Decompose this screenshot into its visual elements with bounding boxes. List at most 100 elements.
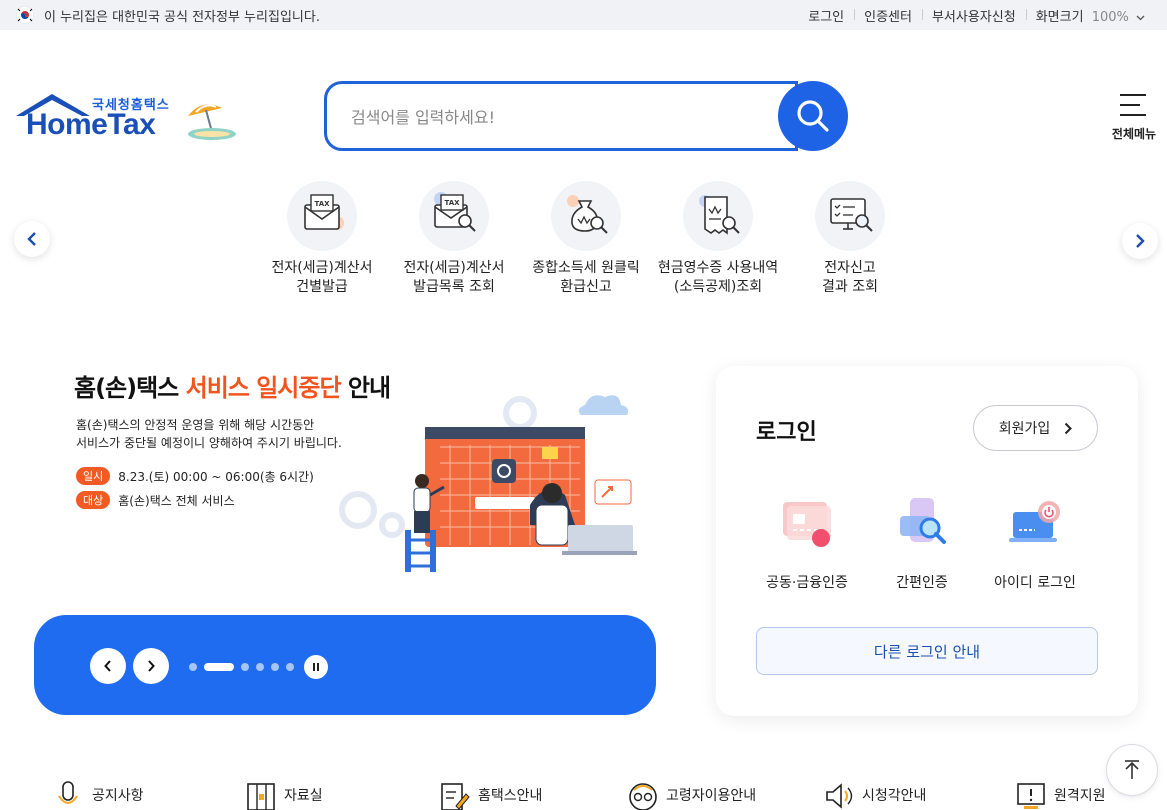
banner-title-prefix: 홈(손)택스 [74, 374, 186, 402]
date-value: 8.23.(토) 00:00 ~ 06:00(총 6시간) [118, 469, 314, 484]
money-bag-search-icon [551, 181, 621, 251]
quick-service-label-2: 결과 조회 [822, 279, 878, 295]
banner-next-button[interactable] [133, 648, 169, 684]
quick-service-label-2: 발급목록 조회 [413, 279, 495, 295]
chevron-right-icon [1136, 234, 1145, 248]
full-menu-button[interactable]: 전체메뉴 [1105, 92, 1163, 142]
chevron-right-icon [1065, 422, 1073, 434]
signup-button[interactable]: 회원가입 [973, 405, 1098, 451]
search-icon [797, 100, 829, 132]
quick-service-e-filing-result[interactable]: 전자신고 결과 조회 [784, 181, 916, 297]
monitor-checklist-icon [815, 181, 885, 251]
beach-umbrella-icon [188, 104, 236, 140]
screen-size-control[interactable]: 화면크기 100% [1025, 6, 1155, 25]
senior-guide-link[interactable]: 고령자이용안내 [628, 780, 756, 810]
hometax-guide-link[interactable]: 홈택스안내 [440, 780, 542, 810]
quick-service-label-1: 종합소득세 원클릭 [532, 260, 640, 276]
quick-service-e-invoice-issue[interactable]: TAX 전자(세금)계산서 건별발급 [256, 181, 388, 297]
chevron-right-icon [148, 660, 155, 672]
bottom-link-label: 홈택스안내 [478, 788, 543, 804]
korea-flag-icon [16, 6, 34, 24]
login-card: 로그인 회원가입 공동·금융인증 간편인증 아이디 로그인 다른 로그인 안내 [716, 366, 1138, 716]
banner-desc-line: 홈(손)택스의 안정적 운영을 위해 해당 시간동안 [76, 418, 315, 432]
speaker-icon [826, 783, 853, 809]
banner-title-highlight: 서비스 일시중단 [185, 374, 342, 402]
svg-text:TAX: TAX [444, 199, 460, 207]
login-method-label: 공동·금융인증 [766, 575, 848, 591]
hamburger-icon [1120, 94, 1146, 124]
simple-auth-login[interactable]: 간편인증 [867, 494, 977, 592]
quick-service-e-invoice-list[interactable]: TAX 전자(세금)계산서 발급목록 조회 [388, 181, 520, 297]
chevron-down-icon [1136, 15, 1145, 21]
banner-page-dot[interactable] [256, 663, 264, 671]
signup-label: 회원가입 [998, 421, 1051, 437]
search-input[interactable] [351, 104, 771, 130]
quick-service-cash-receipt[interactable]: 현금영수증 사용내역 (소득공제)조회 [652, 181, 784, 297]
banner-page-dot[interactable] [271, 663, 279, 671]
full-menu-label: 전체메뉴 [1111, 127, 1157, 141]
banner-prev-button[interactable] [90, 648, 126, 684]
quick-service-label-2: 환급신고 [560, 279, 612, 295]
id-login[interactable]: 아이디 로그인 [980, 494, 1090, 592]
bottom-link-label: 공지사항 [92, 788, 144, 804]
banner-description: 홈(손)택스의 안정적 운영을 위해 해당 시간동안 서비스가 중단될 예정이니… [76, 416, 342, 452]
banner-date-row: 일시 8.23.(토) 00:00 ~ 06:00(총 6시간) [76, 467, 314, 485]
senior-face-icon [629, 783, 657, 810]
chevron-left-icon [104, 660, 111, 672]
quick-prev-button[interactable] [14, 221, 50, 257]
gov-notice-bar: 이 누리집은 대한민국 공식 전자정부 누리집입니다. 로그인 인증센터 부서사… [0, 0, 1167, 30]
monitor-alert-icon [1017, 783, 1045, 809]
gov-utility-links: 로그인 인증센터 부서사용자신청 화면크기 100% [798, 6, 1155, 25]
other-login-guide-button[interactable]: 다른 로그인 안내 [756, 627, 1098, 675]
login-link[interactable]: 로그인 [798, 6, 854, 25]
receipt-search-icon [683, 181, 753, 251]
quick-service-label-1: 전자(세금)계산서 [403, 260, 505, 276]
certificate-card-icon [775, 494, 839, 554]
maintenance-illustration [339, 395, 637, 572]
document-pen-icon [441, 783, 470, 810]
quick-service-label-1: 전자(세금)계산서 [271, 260, 373, 276]
banner-pause-button[interactable] [304, 655, 328, 679]
bottom-link-label: 고령자이용안내 [666, 788, 757, 804]
banner-page-dot[interactable] [204, 663, 234, 671]
cert-center-link[interactable]: 인증센터 [854, 6, 922, 25]
quick-service-income-tax-refund[interactable]: 종합소득세 원클릭 환급신고 [520, 181, 652, 297]
archive-link[interactable]: 자료실 [246, 780, 323, 810]
banner-page-dot[interactable] [189, 663, 197, 671]
pause-icon [313, 663, 319, 671]
tax-invoice-envelope-icon: TAX [287, 181, 357, 251]
logo-english-text: HomeTax [26, 108, 156, 141]
remote-support-link[interactable]: 원격지원 [1016, 780, 1106, 810]
login-method-label: 간편인증 [896, 575, 948, 591]
dept-user-apply-link[interactable]: 부서사용자신청 [921, 6, 1026, 25]
target-value: 홈(손)택스 전체 서비스 [118, 493, 235, 508]
svg-text:TAX: TAX [314, 200, 330, 208]
bottom-link-label: 원격지원 [1054, 788, 1106, 804]
scroll-to-top-button[interactable] [1106, 744, 1158, 796]
tax-invoice-search-icon: TAX [419, 181, 489, 251]
login-method-label: 아이디 로그인 [994, 575, 1076, 591]
banner-page-dot[interactable] [286, 663, 294, 671]
bottom-link-label: 자료실 [284, 788, 323, 804]
joint-financial-cert-login[interactable]: 공동·금융인증 [752, 494, 862, 592]
audiovisual-guide-link[interactable]: 시청각안내 [824, 780, 926, 810]
date-badge: 일시 [76, 467, 111, 485]
phone-search-icon [890, 494, 954, 554]
quick-service-label-1: 현금영수증 사용내역 [657, 260, 779, 276]
zoom-level: 100% [1091, 10, 1129, 25]
banner-page-dot[interactable] [241, 663, 249, 671]
search-button[interactable] [778, 81, 848, 151]
quick-next-button[interactable] [1122, 223, 1158, 259]
banner-control-bar [34, 615, 656, 715]
search-box [324, 81, 798, 151]
banner-desc-line: 서비스가 중단될 예정이니 양해하여 주시기 바립니다. [76, 436, 342, 450]
microphone-icon [58, 781, 78, 804]
screen-size-label: 화면크기 [1035, 10, 1084, 25]
laptop-power-icon [1003, 494, 1067, 554]
hometax-logo[interactable]: 국세청홈택스 HomeTax [14, 90, 239, 145]
chevron-left-icon [27, 232, 36, 246]
quick-service-label-1: 전자신고 [824, 260, 876, 276]
target-badge: 대상 [76, 491, 111, 509]
login-title: 로그인 [756, 420, 817, 445]
notice-link[interactable]: 공지사항 [54, 780, 144, 810]
